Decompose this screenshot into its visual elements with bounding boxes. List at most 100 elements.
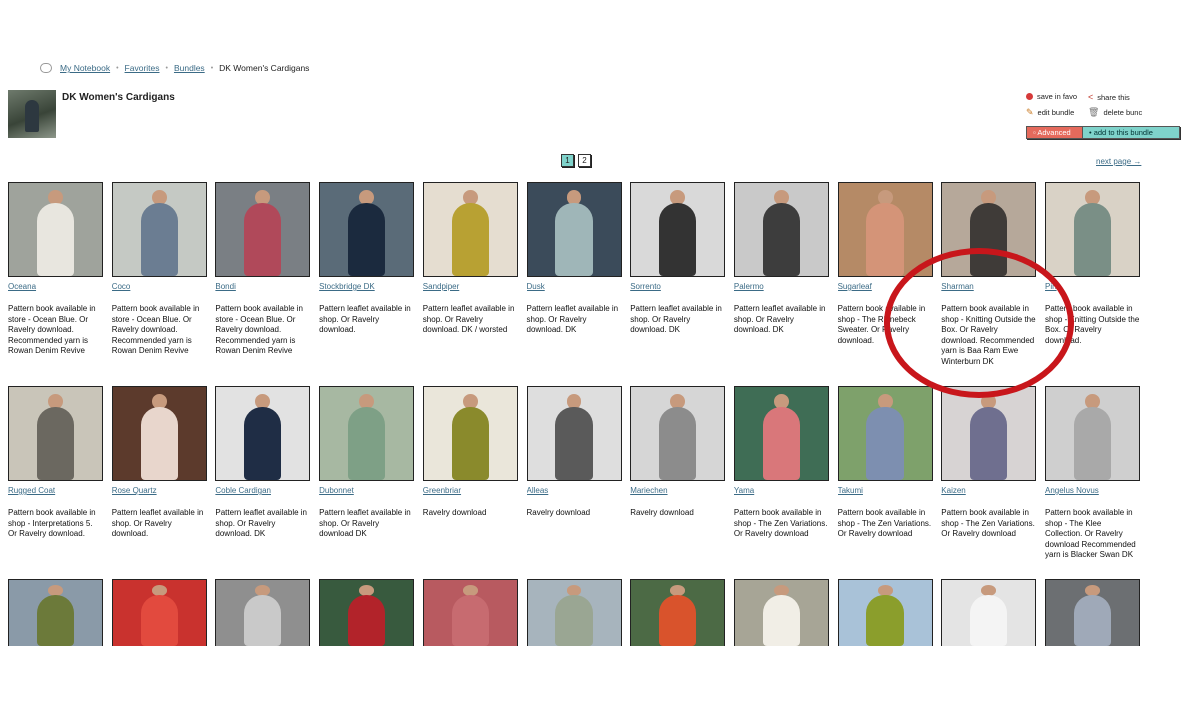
pattern-photo[interactable] xyxy=(630,386,726,481)
pattern-name-link[interactable]: Rose Quartz xyxy=(112,486,207,495)
pattern-card: Takumi Pattern book available in shop - T… xyxy=(837,386,933,540)
pattern-card: Yama Pattern book available in shop - The… xyxy=(733,386,829,540)
pattern-card: Rugged Coat Pattern book available in sho… xyxy=(8,386,103,540)
pattern-name-link[interactable]: Rugged Coat xyxy=(8,486,103,495)
notebook-icon[interactable] xyxy=(40,63,52,73)
pattern-photo[interactable] xyxy=(526,386,622,481)
separator-dot: • xyxy=(116,64,119,72)
pattern-name-link[interactable]: Dubonnet xyxy=(319,486,414,495)
breadcrumb-current: DK Women's Cardigans xyxy=(219,63,310,73)
pattern-card: Kaizen Pattern book available in shop - T… xyxy=(941,386,1037,540)
pattern-name-link[interactable]: Yama xyxy=(734,486,829,495)
pattern-description: Pattern leaflet available in shop. Or Ra… xyxy=(215,508,308,538)
pattern-name-link[interactable]: Sandpiper xyxy=(423,282,518,291)
pattern-name-link[interactable]: Palermo xyxy=(734,282,829,291)
pattern-card: Bondi Pattern book available in store - O… xyxy=(215,182,311,357)
pattern-name-link[interactable]: Takumi xyxy=(838,486,933,495)
pattern-card xyxy=(422,579,518,646)
pattern-photo[interactable] xyxy=(630,579,726,646)
pattern-description: Ravelry download xyxy=(422,508,487,517)
pattern-name-link[interactable]: Dusk xyxy=(527,282,622,291)
share-action[interactable]: < share this xyxy=(1088,92,1130,102)
next-page-link[interactable]: next page → xyxy=(1096,157,1141,166)
pattern-photo[interactable] xyxy=(1045,579,1140,646)
pattern-description: Pattern leaflet available in shop. Or Ra… xyxy=(733,304,826,334)
pattern-card: Coco Pattern book available in store - Oc… xyxy=(111,182,207,357)
pattern-photo[interactable] xyxy=(837,386,933,481)
heart-icon xyxy=(1026,93,1033,100)
delete-bundle-action[interactable]: 🗑 delete bunc xyxy=(1088,107,1148,118)
pattern-card xyxy=(837,579,933,646)
pattern-photo[interactable] xyxy=(837,182,933,277)
pattern-photo[interactable] xyxy=(111,386,207,481)
pattern-photo[interactable] xyxy=(422,579,518,646)
pattern-name-link[interactable]: Oceana xyxy=(8,282,103,291)
page-2-button[interactable]: 2 xyxy=(578,154,591,167)
pattern-description: Pattern book available in store - Ocean … xyxy=(8,304,96,355)
pattern-name-link[interactable]: Angelus Novus xyxy=(1045,486,1140,495)
pattern-card xyxy=(941,579,1037,646)
pattern-photo[interactable] xyxy=(526,579,622,646)
pattern-card: Mariechen Ravelry download xyxy=(630,386,726,519)
pattern-card: Dusk Pattern leaflet available in shop. O… xyxy=(526,182,622,336)
pattern-name-link[interactable]: Coble Cardigan xyxy=(215,486,310,495)
pattern-card: Stockbridge DK Pattern leaflet available … xyxy=(319,182,415,336)
pattern-description: Ravelry download xyxy=(526,508,591,517)
pattern-card: Greenbriar Ravelry download xyxy=(422,386,518,519)
pattern-name-link[interactable]: Greenbriar xyxy=(423,486,518,495)
pattern-photo[interactable] xyxy=(422,182,518,277)
pattern-photo[interactable] xyxy=(630,182,726,277)
pattern-photo[interactable] xyxy=(111,182,207,277)
pattern-photo[interactable] xyxy=(215,386,311,481)
pattern-card xyxy=(630,579,726,646)
add-to-bundle-button[interactable]: • add to this bundle xyxy=(1082,126,1180,139)
pattern-photo[interactable] xyxy=(8,579,103,646)
pattern-photo[interactable] xyxy=(8,182,103,277)
breadcrumb: My Notebook • Favorites • Bundles • DK W… xyxy=(40,63,309,73)
pattern-photo[interactable] xyxy=(941,386,1037,481)
pattern-photo[interactable] xyxy=(422,386,518,481)
pattern-name-link[interactable]: Kaizen xyxy=(941,486,1036,495)
save-favorites-action[interactable]: save in favo xyxy=(1026,92,1086,101)
pattern-name-link[interactable]: Sorrento xyxy=(630,282,725,291)
pattern-photo[interactable] xyxy=(941,579,1037,646)
pattern-photo[interactable] xyxy=(215,182,311,277)
pattern-name-link[interactable]: Bondi xyxy=(215,282,310,291)
pattern-card: Coble Cardigan Pattern leaflet available … xyxy=(215,386,311,540)
pattern-photo[interactable] xyxy=(837,579,933,646)
breadcrumb-bundles[interactable]: Bundles xyxy=(174,63,205,73)
pattern-description: Pattern leaflet available in shop. Or Ra… xyxy=(526,304,619,334)
separator-dot: • xyxy=(165,64,168,72)
pattern-photo[interactable] xyxy=(1045,386,1140,481)
pattern-card: Alleas Ravelry download xyxy=(526,386,622,519)
pattern-description: Pattern book available in shop - The Zen… xyxy=(941,508,1035,538)
pattern-photo[interactable] xyxy=(733,579,829,646)
pattern-photo[interactable] xyxy=(733,386,829,481)
pattern-name-link[interactable]: Coco xyxy=(112,282,207,291)
pattern-photo[interactable] xyxy=(526,182,622,277)
bundle-thumbnail xyxy=(8,90,56,138)
pattern-description: Pattern leaflet available in shop. Or Ra… xyxy=(422,304,515,334)
pattern-description: Pattern book available in shop - The Zen… xyxy=(837,508,932,538)
pattern-photo[interactable] xyxy=(319,579,415,646)
pattern-description: Pattern book available in shop - Interpr… xyxy=(8,508,96,538)
pattern-photo[interactable] xyxy=(111,579,207,646)
pattern-description: Pattern book available in shop - The Zen… xyxy=(733,508,828,538)
advanced-button[interactable]: ▫ Advanced xyxy=(1026,126,1086,139)
pattern-description: Pattern book available in store - Ocean … xyxy=(111,304,200,355)
pattern-description: Pattern leaflet available in shop. Or Ra… xyxy=(111,508,204,538)
pattern-photo[interactable] xyxy=(733,182,829,277)
edit-bundle-action[interactable]: ✎ edit bundle xyxy=(1026,107,1074,118)
pattern-photo[interactable] xyxy=(319,386,415,481)
pattern-photo[interactable] xyxy=(1045,182,1140,277)
annotation-circle xyxy=(884,248,1074,398)
pattern-name-link[interactable]: Mariechen xyxy=(630,486,725,495)
page-1-button[interactable]: 1 xyxy=(561,154,574,167)
pattern-photo[interactable] xyxy=(319,182,415,277)
pattern-name-link[interactable]: Stockbridge DK xyxy=(319,282,414,291)
pattern-photo[interactable] xyxy=(8,386,103,481)
breadcrumb-my-notebook[interactable]: My Notebook xyxy=(60,63,110,73)
pattern-name-link[interactable]: Alleas xyxy=(527,486,622,495)
breadcrumb-favorites[interactable]: Favorites xyxy=(125,63,160,73)
pattern-photo[interactable] xyxy=(215,579,311,646)
